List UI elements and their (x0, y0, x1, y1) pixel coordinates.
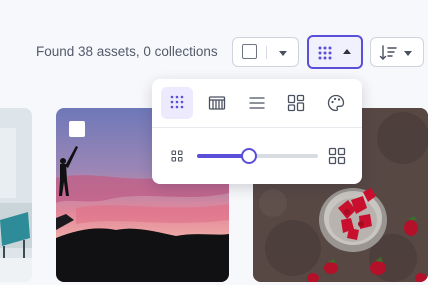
chevron-down-icon (279, 51, 287, 56)
palette-icon (327, 94, 345, 112)
chevron-up-icon (343, 49, 351, 54)
view-option-filmstrip[interactable] (201, 87, 233, 119)
list-icon (249, 97, 265, 109)
view-option-list[interactable] (241, 87, 273, 119)
select-all-button[interactable] (232, 37, 299, 67)
select-all-checkbox[interactable] (242, 44, 257, 59)
view-option-color[interactable] (320, 87, 352, 119)
view-option-masonry[interactable] (280, 87, 312, 119)
chevron-down-icon (404, 51, 412, 56)
toolbar: Found 38 assets, 0 collections (0, 0, 428, 90)
view-mode-button[interactable] (307, 35, 363, 69)
asset-select-checkbox[interactable] (69, 121, 85, 137)
view-option-grid[interactable] (161, 87, 193, 119)
asset-thumbnail (0, 108, 32, 282)
divider (266, 46, 267, 59)
filmstrip-icon (208, 96, 226, 110)
sort-button[interactable] (370, 37, 424, 67)
results-count: Found 38 assets, 0 collections (36, 44, 218, 59)
asset-tile[interactable] (0, 108, 32, 282)
small-grid-icon[interactable] (171, 150, 183, 162)
thumbnail-size-slider[interactable] (197, 148, 318, 164)
large-grid-icon[interactable] (328, 147, 346, 165)
grid-dots-icon (318, 46, 332, 60)
view-options-popover (152, 79, 362, 184)
masonry-icon (287, 94, 305, 112)
slider-thumb[interactable] (241, 148, 258, 164)
sort-icon (379, 45, 397, 60)
divider (152, 127, 362, 128)
grid-dots-icon (170, 95, 184, 109)
